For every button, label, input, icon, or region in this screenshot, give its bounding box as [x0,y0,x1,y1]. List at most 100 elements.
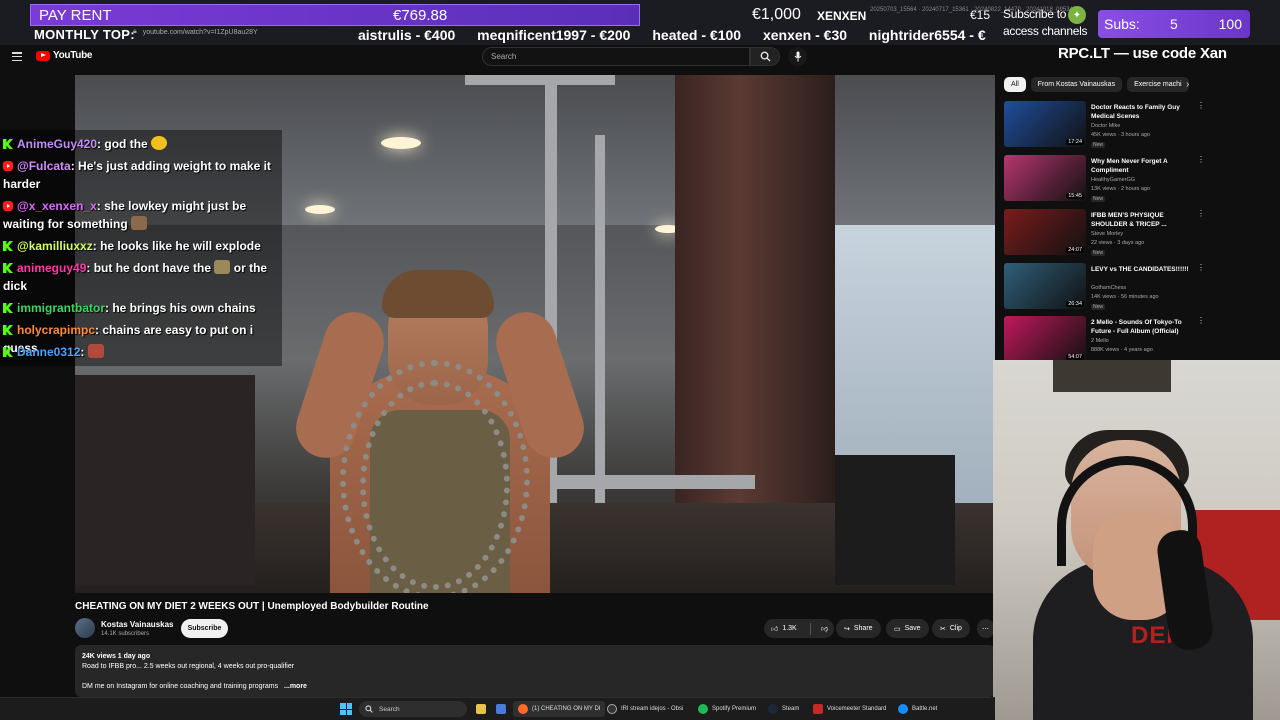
subs-goal-bar: Subs: 5 100 [1098,10,1250,38]
chat-username: @kamilliuxxz [17,239,93,253]
steam-icon [768,704,778,714]
video-thumbnail[interactable]: 54:07 [1004,316,1086,362]
more-options-icon[interactable]: ⋮ [1197,317,1205,325]
channel-avatar[interactable] [75,618,95,638]
chip-all[interactable]: All [1004,77,1026,92]
youtube-logo[interactable]: YouTube [36,50,93,61]
taskbar-firefox[interactable]: (1) CHEATING ON MY DI [513,701,606,717]
recommended-video[interactable]: 26:34 LEVY vs THE CANDIDATES!!!!!! GothamC… [1004,263,1205,311]
search-input[interactable]: Search [482,47,750,66]
video-thumbnail[interactable]: 26:34 [1004,263,1086,309]
like-dislike-group: 👍︎ 1.3K 👎︎ [764,619,834,638]
chat-message: @kamilliuxxz: he looks like he will expl… [3,237,281,255]
subscribe-button[interactable]: Subscribe [181,619,228,638]
recommended-channel[interactable]: Steve Morley [1091,231,1123,237]
recommended-title[interactable]: Why Men Never Forget A Compliment [1091,157,1191,175]
emote-icon [87,344,104,358]
spotify-icon [698,704,708,714]
donation-goal-amount: €1,000 [752,6,801,23]
taskbar-voicemeeter[interactable]: Voicemeeter Standard [813,701,886,717]
recommended-title[interactable]: LEVY vs THE CANDIDATES!!!!!! [1091,265,1191,274]
chat-message: @x_xenxen_x: she lowkey might just be wa… [3,197,281,233]
chat-text: : he looks like he will explode [92,239,261,253]
video-thumbnail[interactable]: 24:07 [1004,209,1086,255]
more-options-icon[interactable]: ⋮ [1197,156,1205,164]
recommended-video[interactable]: 24:07 IFBB MEN'S PHYSIQUE SHOULDER & TRIC… [1004,209,1205,257]
recommended-views: 22 views · 3 days ago [1091,240,1145,246]
video-thumbnail[interactable]: 17:24 [1004,101,1086,147]
taskbar-spotify[interactable]: Spotify Premium [698,701,756,717]
share-button[interactable]: ↪ Share [836,619,881,638]
recommended-channel[interactable]: GothamChess [1091,285,1126,291]
app-icon [496,704,506,714]
voice-search-button[interactable] [788,47,807,66]
chip-exercise-machine[interactable]: Exercise machi [1127,77,1189,92]
kick-badge-icon [3,139,13,149]
chain [360,380,510,590]
new-badge: New [1091,250,1106,256]
recommended-video[interactable]: 54:07 2 Mello - Sounds Of Tokyo-To Future… [1004,316,1205,364]
sponsor-banner: RPC.LT — use code Xan [1058,45,1227,62]
gym-machine [835,455,955,585]
bookmark-icon: ▭ [894,625,901,633]
recommended-channel[interactable]: Doctor Mike [1091,123,1120,129]
youtube-header: YouTube Search [0,45,995,71]
search-button[interactable] [750,47,780,66]
windows-taskbar: Search (1) CHEATING ON MY DI IRl stream … [0,697,995,720]
wall-shelf [1053,360,1171,392]
like-count: 1.3K [782,625,797,632]
microphone-icon [794,51,801,62]
taskbar-search[interactable]: Search [359,701,467,717]
channel-name[interactable]: Kostas Vainauskas [101,620,173,629]
ticker-item: meqnificent1997 - €200 [477,27,631,43]
chip-from-channel[interactable]: From Kostas Vainauskas [1030,77,1123,92]
description-more-link[interactable]: ...more [284,683,307,690]
recommended-video[interactable]: 15:45 Why Men Never Forget A Compliment He… [1004,155,1205,203]
taskbar-app[interactable] [496,701,506,717]
thumbs-up-icon: 👍︎ [771,626,779,633]
taskbar-obs[interactable]: IRl stream idejos - Obsi [607,701,683,717]
address-url[interactable]: youtube.com/watch?v=I1ZpU8au28Y [143,29,258,36]
subs-goal: 100 [1218,16,1242,32]
save-button[interactable]: ▭ Save [886,619,929,638]
related-filter-chips: All From Kostas Vainauskas Exercise mach… [1004,77,1189,92]
video-duration: 24:07 [1066,247,1084,253]
dislike-button[interactable]: 👎︎ [815,624,828,633]
save-label: Save [904,625,921,632]
webcam-feed: DEND [993,360,1280,720]
pay-rent-amount: €769.88 [393,7,448,24]
subs-current: 5 [1170,16,1178,32]
lock-icon: 🔒︎ [133,28,137,35]
address-bar[interactable]: 🔒︎ youtube.com/watch?v=I1ZpU8au28Y [133,28,258,36]
video-duration: 15:45 [1066,193,1084,199]
firefox-icon [518,704,528,714]
windows-start-icon[interactable] [340,703,352,715]
recommended-title[interactable]: 2 Mello - Sounds Of Tokyo-To Future - Fu… [1091,318,1191,336]
taskbar-file-explorer[interactable] [476,701,486,717]
youtube-badge-icon [3,201,13,211]
more-options-icon[interactable]: ⋮ [1197,210,1205,218]
new-badge: New [1091,196,1106,202]
ticker-item: aistrulis - €400 [358,27,456,43]
recommended-title[interactable]: IFBB MEN'S PHYSIQUE SHOULDER & TRICEP ..… [1091,211,1191,229]
recommended-channel[interactable]: HealthyGamerGG [1091,177,1135,183]
recommended-title[interactable]: Doctor Reacts to Family Guy Medical Scen… [1091,103,1191,121]
chat-username: holycrapimpc [17,323,96,337]
recommended-video[interactable]: 17:24 Doctor Reacts to Family Guy Medical… [1004,101,1205,149]
voicemeeter-icon [813,704,823,714]
video-thumbnail[interactable]: 15:45 [1004,155,1086,201]
chevron-right-icon[interactable]: › [1186,80,1196,90]
taskbar-label: Battle.net [912,706,938,712]
like-button[interactable]: 👍︎ 1.3K [764,624,806,633]
recommended-channel[interactable]: 2 Mello [1091,338,1109,344]
hamburger-menu-icon[interactable] [12,52,22,61]
taskbar-battlenet[interactable]: Battle.net [898,701,937,717]
clip-button[interactable]: ✂ Clip [932,619,970,638]
latest-donation-amount: €15 [970,8,991,22]
video-description[interactable]: 24K views 1 day ago Road to IFBB pro... … [75,645,995,697]
more-options-icon[interactable]: ⋮ [1197,102,1205,110]
taskbar-steam[interactable]: Steam [768,701,799,717]
more-options-icon[interactable]: ⋮ [1197,264,1205,272]
youtube-badge-icon [3,161,13,171]
description-line: Road to IFBB pro... 2.5 weeks out region… [82,663,295,670]
